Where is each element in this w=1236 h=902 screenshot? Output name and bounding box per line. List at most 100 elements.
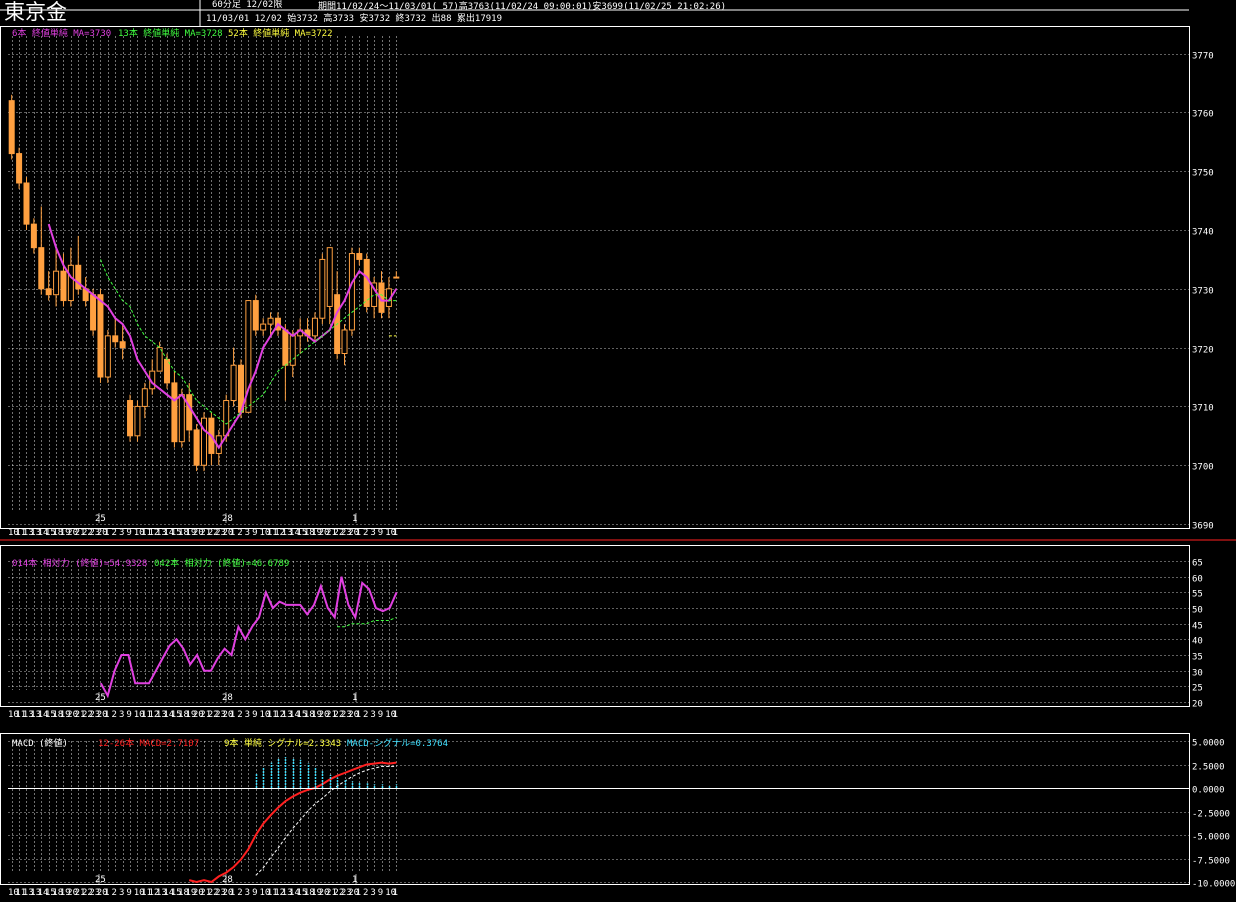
y-tick-label: -2.5000	[1192, 810, 1230, 820]
y-tick-label: -10.0000	[1192, 880, 1235, 890]
legend-macd: 12-26本 MACD=2.7107	[98, 737, 199, 749]
x-tick-label: 9	[252, 888, 257, 898]
candle-body	[141, 388, 148, 407]
legend-signal: 9本 単純 シグナル=2.3343	[224, 737, 341, 749]
candle-body	[60, 270, 67, 302]
y-tick-label: 3760	[1192, 110, 1214, 120]
candle-body	[348, 253, 355, 331]
panel-2	[0, 545, 1190, 707]
candle-body	[223, 400, 230, 437]
day-mark-label: 25	[95, 875, 106, 885]
x-tick-label: 1	[104, 888, 109, 898]
y-tick-label: 3720	[1192, 346, 1214, 356]
series-line	[337, 616, 397, 628]
candle-body	[171, 382, 178, 443]
x-tick-label: 3	[370, 710, 375, 720]
y-tick-label: 5.0000	[1192, 739, 1225, 749]
x-tick-label: 2	[112, 710, 117, 720]
x-tick-label: 3	[245, 528, 250, 538]
x-tick-label: 1	[393, 710, 398, 720]
candle-body	[104, 335, 111, 378]
x-tick-label: 2	[363, 888, 368, 898]
candle-body	[112, 335, 119, 343]
candle-body	[97, 294, 104, 378]
x-tick-label: 1	[230, 710, 235, 720]
y-tick-label: 55	[1192, 590, 1203, 600]
x-tick-label: 1	[230, 528, 235, 538]
x-tick-label: 2	[237, 528, 242, 538]
day-mark-label: 25	[95, 514, 106, 524]
candle-body	[53, 270, 60, 296]
x-tick-label: 9	[126, 710, 131, 720]
x-tick-label: 3	[370, 528, 375, 538]
x-tick-label: 1	[393, 528, 398, 538]
day-mark-label: 1	[352, 693, 357, 703]
x-tick-label: 9	[126, 528, 131, 538]
candle-body	[193, 429, 200, 466]
candle-body	[16, 153, 23, 184]
y-tick-label: 0.0000	[1192, 786, 1225, 796]
x-tick-label: 2	[112, 528, 117, 538]
candle-body	[311, 317, 318, 337]
candle-body	[8, 100, 15, 155]
y-tick-label: 3700	[1192, 463, 1214, 473]
legend-ma6: 6本 終値単純 MA=3730	[12, 27, 111, 39]
x-tick-label: 1	[356, 528, 361, 538]
day-mark-label: 28	[222, 514, 233, 524]
candle-body	[178, 394, 185, 443]
y-tick-label: 25	[1192, 684, 1203, 694]
y-tick-label: 3690	[1192, 522, 1214, 532]
y-tick-label: -7.5000	[1192, 857, 1230, 867]
candle-body	[90, 294, 97, 331]
candle-body	[267, 317, 274, 325]
legend-macd-title: MACD (終値)	[12, 737, 68, 749]
x-tick-label: 2	[237, 710, 242, 720]
candle-body	[67, 264, 74, 302]
candle-body	[341, 329, 348, 354]
candle-body	[186, 394, 193, 431]
candle-body	[260, 323, 267, 331]
y-tick-label: 60	[1192, 575, 1203, 585]
x-tick-label: 9	[378, 888, 383, 898]
candle-body	[282, 329, 289, 366]
legend-ma52: 52本 終値単純 MA=3722	[228, 27, 333, 39]
x-tick-label: 2	[112, 888, 117, 898]
x-tick-label: 2	[363, 710, 368, 720]
x-tick-label: 1	[393, 888, 398, 898]
x-tick-label: 1	[104, 710, 109, 720]
candle-body	[252, 300, 259, 331]
chart-canvas: 3690370037103720373037403750376037701011…	[0, 0, 1236, 898]
candle-body	[393, 276, 400, 279]
x-tick-label: 1	[356, 710, 361, 720]
candle-body	[127, 400, 134, 437]
y-tick-label: -5.0000	[1192, 833, 1230, 843]
candle-body	[45, 288, 52, 296]
panel-frame	[0, 733, 1190, 885]
candle-body	[134, 405, 141, 437]
y-tick-label: 3770	[1192, 52, 1214, 62]
candle-body	[356, 253, 363, 260]
panel-frame	[0, 545, 1190, 707]
y-tick-label: 50	[1192, 606, 1203, 616]
candle-body	[30, 223, 37, 249]
x-tick-label: 3	[245, 710, 250, 720]
panel-frame	[0, 26, 1190, 529]
x-tick-label: 3	[119, 528, 124, 538]
x-tick-label: 9	[378, 710, 383, 720]
y-tick-label: 20	[1192, 700, 1203, 710]
y-tick-label: 30	[1192, 669, 1203, 679]
x-tick-label: 3	[119, 710, 124, 720]
panel-1	[0, 26, 1190, 529]
candle-body	[319, 258, 326, 319]
candle-body	[230, 364, 237, 402]
x-tick-label: 2	[237, 888, 242, 898]
y-tick-label: 40	[1192, 637, 1203, 647]
x-tick-label: 3	[245, 888, 250, 898]
y-tick-label: 65	[1192, 559, 1203, 569]
x-tick-label: 9	[378, 528, 383, 538]
x-tick-label: 1	[104, 528, 109, 538]
y-tick-label: 45	[1192, 622, 1203, 632]
y-tick-label: 35	[1192, 653, 1203, 663]
legend-ma13: 13本 終値単純 MA=3728	[118, 27, 223, 39]
candle-body	[326, 247, 333, 307]
